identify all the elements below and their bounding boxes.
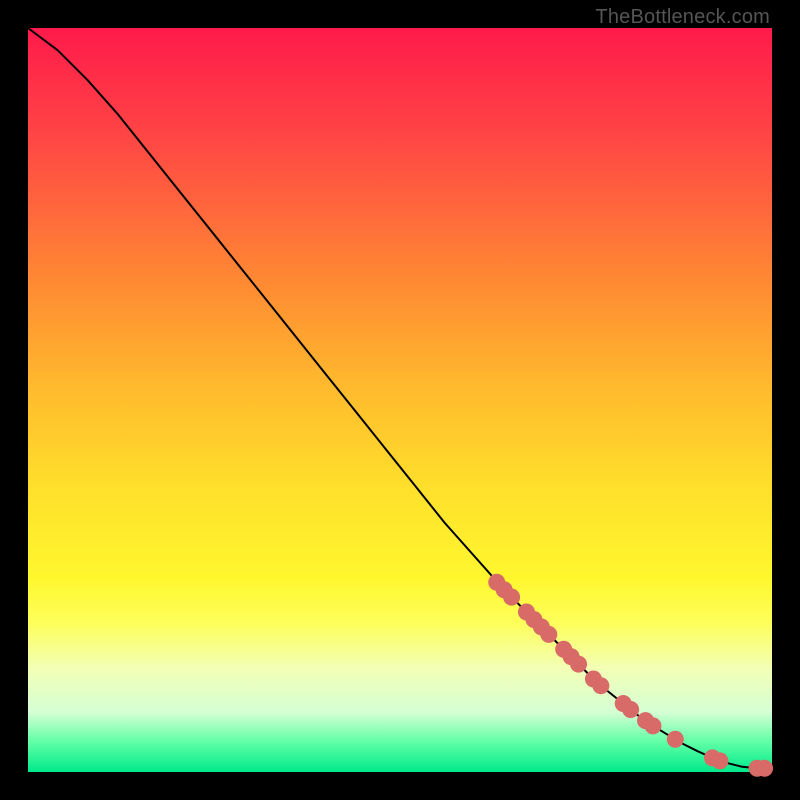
curve-line <box>28 28 772 768</box>
curve-path <box>28 28 772 768</box>
plot-area <box>28 28 772 772</box>
marker-points <box>488 574 773 777</box>
attribution-text: TheBottleneck.com <box>595 6 770 29</box>
marker-point <box>503 589 520 606</box>
marker-point <box>592 677 609 694</box>
chart-svg <box>28 28 772 772</box>
marker-point <box>540 626 557 643</box>
marker-point <box>667 731 684 748</box>
chart-frame: TheBottleneck.com <box>0 0 800 800</box>
marker-point <box>570 656 587 673</box>
marker-point <box>711 752 728 769</box>
marker-point <box>756 760 773 777</box>
marker-point <box>622 701 639 718</box>
marker-point <box>644 717 661 734</box>
